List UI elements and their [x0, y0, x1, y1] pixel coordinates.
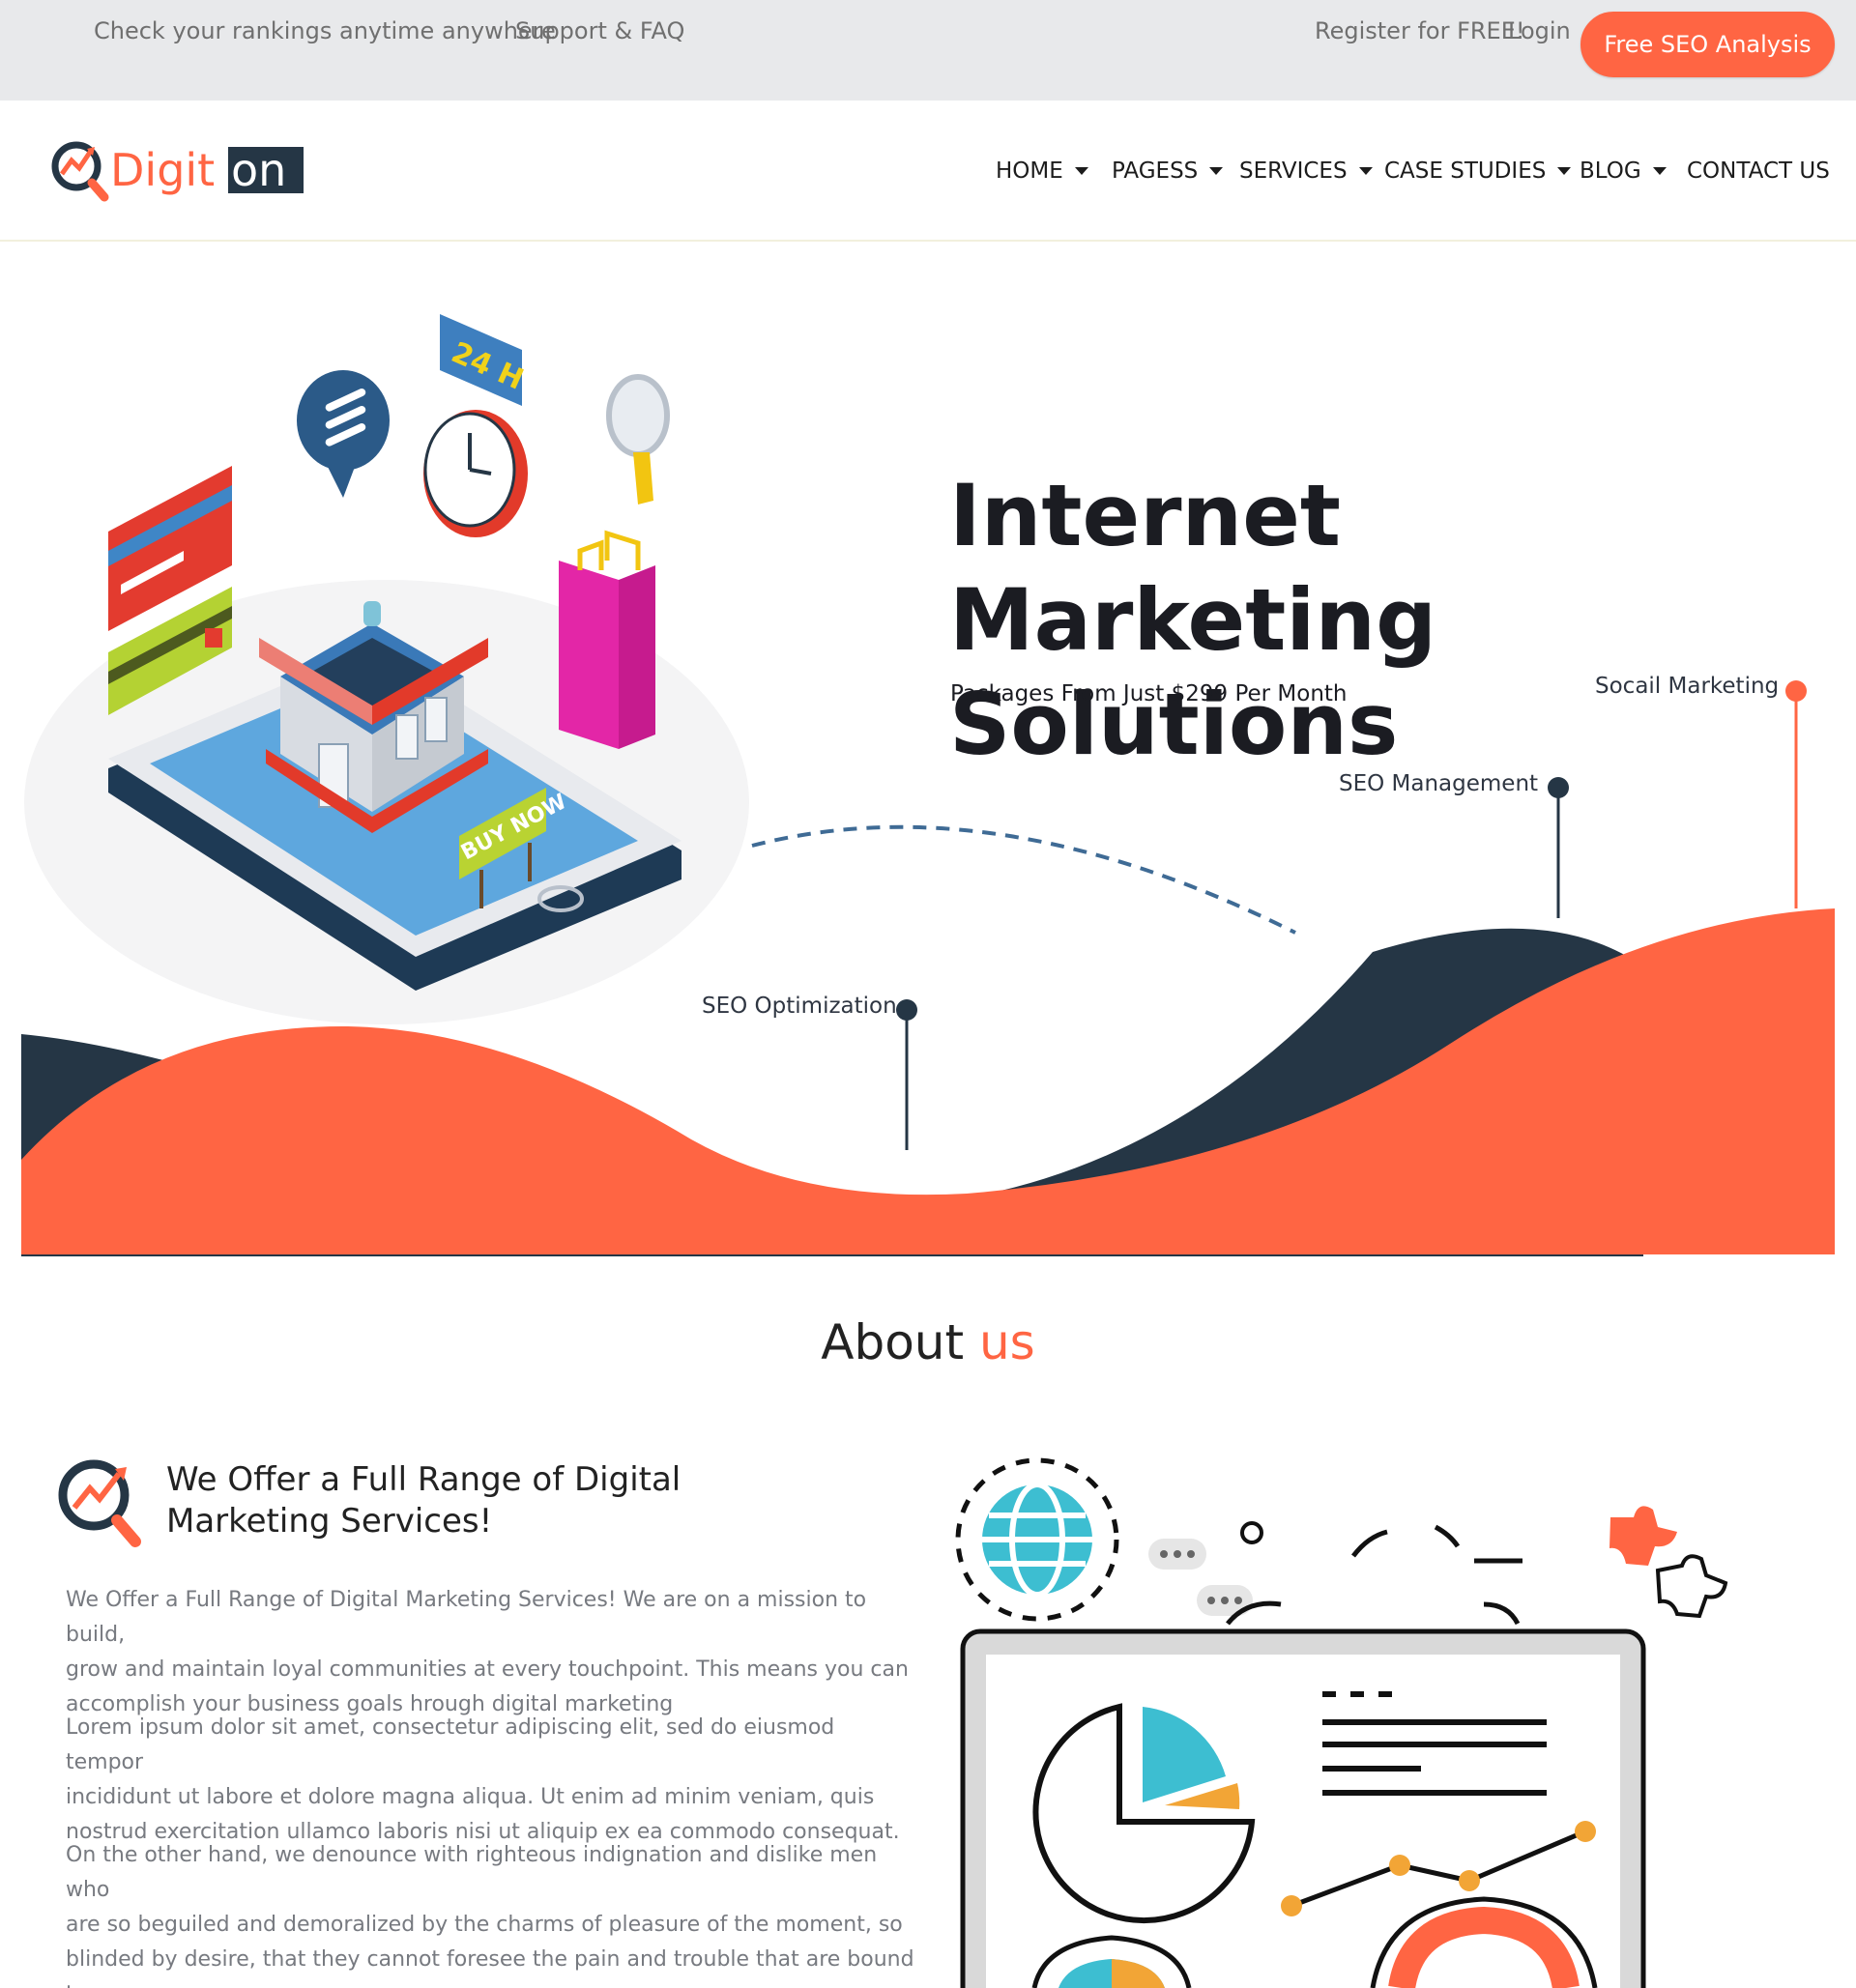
free-seo-analysis-button[interactable]: Free SEO Analysis — [1580, 12, 1835, 77]
chevron-down-icon — [1209, 167, 1224, 175]
about-heading-line-1: We Offer a Full Range of Digital — [166, 1460, 682, 1499]
puzzle-icon — [1610, 1506, 1728, 1619]
nav-home[interactable]: HOME — [996, 158, 1088, 184]
chevron-down-icon — [1557, 167, 1572, 175]
globe-icon — [955, 1457, 1119, 1622]
logo-text-digit: Digit — [110, 144, 215, 196]
about-title: About us — [0, 1314, 1856, 1370]
magnifier-icon — [606, 374, 670, 504]
nav-case-studies[interactable]: CASE STUDIES — [1384, 158, 1572, 184]
chevron-down-icon — [1358, 167, 1373, 175]
nav-services-label: SERVICES — [1239, 158, 1348, 184]
nav-blog[interactable]: BLOG — [1580, 158, 1667, 184]
analytics-dashboard-illustration — [955, 1457, 1728, 1988]
tagline-link[interactable]: Check your rankings anytime anywhere — [94, 17, 556, 44]
dashed-arc — [751, 824, 1296, 935]
seo-magnifier-icon — [58, 1459, 141, 1547]
paragraph-line: are so beguiled and demoralized by the c… — [66, 1913, 903, 1937]
support-faq-link[interactable]: Support & FAQ — [515, 17, 684, 44]
about-paragraph-1: We Offer a Full Range of Digital Marketi… — [66, 1583, 916, 1722]
clock-icon — [423, 410, 528, 537]
about-heading-line-2: Marketing Services! — [166, 1502, 493, 1541]
pin-label-seo-management: SEO Management — [1339, 771, 1539, 796]
pin-label-seo-optimization: SEO Optimization — [702, 994, 897, 1019]
about-paragraph-2: Lorem ipsum dolor sit amet, consectetur … — [66, 1711, 916, 1850]
about-title-accent: us — [978, 1314, 1035, 1370]
paragraph-line: On the other hand, we denounce with righ… — [66, 1843, 878, 1902]
paragraph-line: grow and maintain loyal communities at e… — [66, 1657, 909, 1682]
chevron-down-icon — [1074, 167, 1088, 175]
about-title-main: About — [821, 1314, 965, 1370]
paragraph-line: blinded by desire, that they cannot fore… — [66, 1947, 914, 1988]
logo-text-on: on — [231, 144, 286, 196]
shopping-bag-icon — [559, 530, 655, 749]
hero-title-line-1: Internet Marketing — [949, 466, 1437, 670]
pin-dot-seo-optimization — [896, 999, 917, 1021]
paragraph-line: incididunt ut labore et dolore magna ali… — [66, 1785, 875, 1809]
nav-contact-us-label: CONTACT US — [1687, 158, 1830, 184]
pin-dot-seo-management — [1548, 777, 1569, 798]
pin-label-social-marketing: Socail Marketing — [1595, 674, 1780, 699]
register-link[interactable]: Register for FREE! — [1315, 17, 1525, 44]
login-link[interactable]: Login — [1508, 17, 1571, 44]
chevron-down-icon — [1652, 167, 1667, 175]
nav-pagess[interactable]: PAGESS — [1112, 158, 1224, 184]
paragraph-line: Lorem ipsum dolor sit amet, consectetur … — [66, 1715, 835, 1774]
top-bar: Check your rankings anytime anywhere Sup… — [0, 0, 1856, 101]
main-header: Digit on HOME PAGESS SERVICES CASE STUDI… — [0, 101, 1856, 242]
hero-title: Internet Marketing Solutions — [949, 464, 1856, 777]
digiton-logo[interactable]: Digit on — [44, 130, 305, 209]
hero-subtitle: Packages From Just $299 Per Month — [950, 681, 1348, 706]
nav-home-label: HOME — [996, 158, 1063, 184]
hero-section: BUY NOW 24 H Internet Marketing Solution… — [0, 242, 1856, 1256]
nav-contact-us[interactable]: CONTACT US — [1687, 158, 1830, 184]
chat-bubble-icon — [297, 370, 390, 498]
nav-pagess-label: PAGESS — [1112, 158, 1199, 184]
typing-dots-icon — [1148, 1539, 1253, 1616]
about-heading: We Offer a Full Range of Digital Marketi… — [166, 1459, 785, 1542]
nav-blog-label: BLOG — [1580, 158, 1641, 184]
about-paragraph-3: On the other hand, we denounce with righ… — [66, 1838, 916, 1988]
nav-services[interactable]: SERVICES — [1239, 158, 1373, 184]
24h-badge-icon: 24 H — [440, 314, 529, 406]
nav-case-studies-label: CASE STUDIES — [1384, 158, 1547, 184]
logo-magnifier-icon — [51, 141, 109, 202]
paragraph-line: We Offer a Full Range of Digital Marketi… — [66, 1588, 867, 1647]
